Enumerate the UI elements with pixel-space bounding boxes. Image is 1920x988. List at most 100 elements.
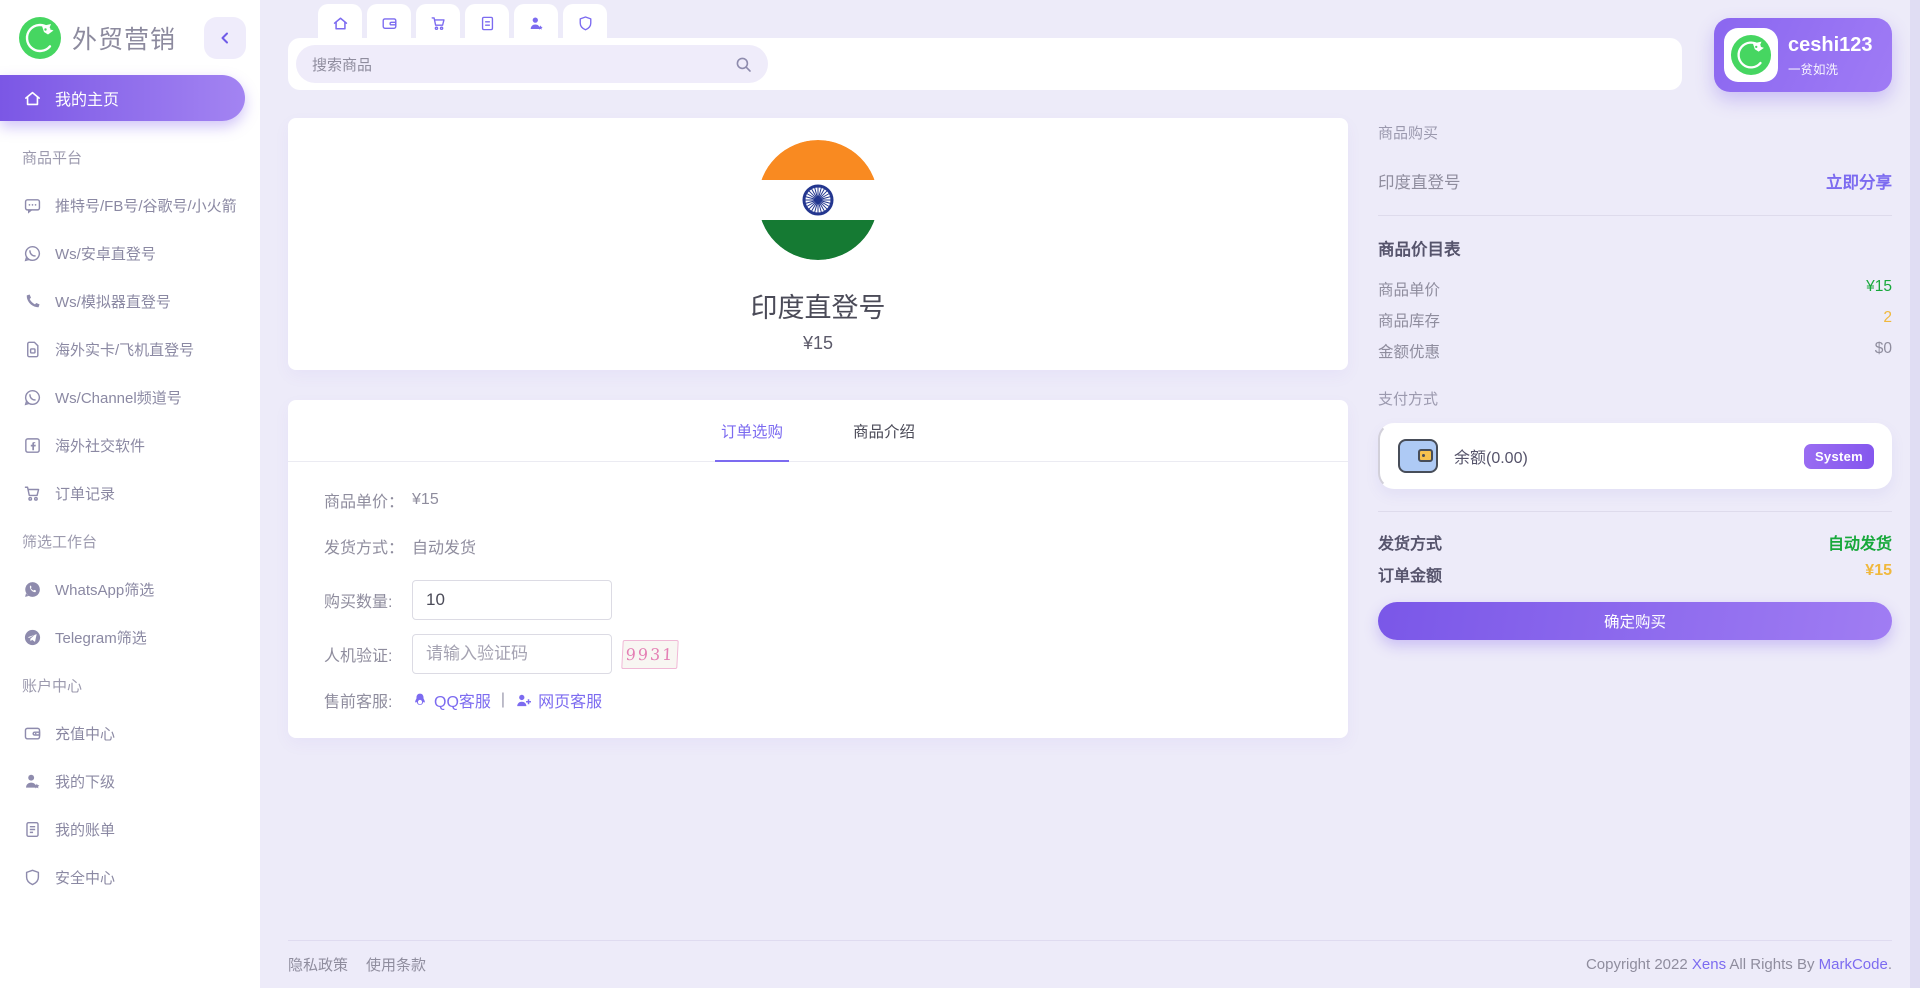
footer-links: 隐私政策 使用条款 — [288, 954, 426, 975]
shield-icon — [577, 15, 594, 32]
footer: 隐私政策 使用条款 Copyright 2022 Xens All Rights… — [288, 940, 1892, 988]
web-service-label: 网页客服 — [538, 688, 602, 712]
sidebar-collapse-button[interactable] — [204, 17, 246, 59]
sidebar-item-ws-channel[interactable]: Ws/Channel频道号 — [0, 373, 260, 421]
phone-icon — [22, 291, 42, 311]
product-price: ¥15 — [803, 333, 833, 354]
content-row: 印度直登号 ¥15 订单选购 商品介绍 商品单价： ¥15 发货方式： 自动发货 — [288, 92, 1892, 940]
wallet-icon — [22, 723, 42, 743]
payment-header: 支付方式 — [1378, 388, 1892, 409]
quantity-row: 购买数量: — [324, 580, 1312, 620]
bill-icon — [22, 819, 42, 839]
qq-service-label: QQ客服 — [434, 688, 491, 712]
whatsapp-icon — [22, 387, 42, 407]
summary-header: 商品购买 — [1378, 122, 1892, 143]
copyright-prefix: Copyright 2022 — [1586, 956, 1692, 973]
sidebar-item-twitter-fb-google[interactable]: 推特号/FB号/谷歌号/小火箭 — [0, 181, 260, 229]
sidebar-item-bills[interactable]: 我的账单 — [0, 805, 260, 853]
tab-security[interactable] — [563, 4, 607, 42]
price-row-stock: 商品库存 2 — [1378, 309, 1892, 331]
tab-product-intro[interactable]: 商品介绍 — [847, 420, 921, 461]
row-label: 商品库存 — [1378, 309, 1440, 331]
search-input[interactable]: 搜索商品 — [296, 45, 768, 83]
qq-penguin-icon — [412, 692, 428, 708]
summary-delivery-value: 自动发货 — [1828, 530, 1892, 554]
sidebar-section-filter: 筛选工作台 — [0, 517, 260, 565]
payment-method-name: 余额(0.00) — [1454, 444, 1528, 468]
search-placeholder: 搜索商品 — [312, 54, 372, 75]
price-table: 商品单价 ¥15 商品库存 2 金额优惠 $0 — [1378, 278, 1892, 362]
person-plus-icon — [515, 692, 532, 709]
tab-home[interactable] — [318, 4, 362, 42]
row-label: 金额优惠 — [1378, 340, 1440, 362]
summary-total-value: ¥15 — [1865, 562, 1892, 586]
sidebar-item-telegram-filter[interactable]: Telegram筛选 — [0, 613, 260, 661]
unit-price-value: ¥15 — [412, 491, 439, 509]
unit-price-label: 商品单价： — [324, 488, 404, 512]
price-row-discount: 金额优惠 $0 — [1378, 340, 1892, 362]
sidebar-item-order-history[interactable]: 订单记录 — [0, 469, 260, 517]
summary-delivery-row: 发货方式 自动发货 — [1378, 530, 1892, 554]
left-column: 印度直登号 ¥15 订单选购 商品介绍 商品单价： ¥15 发货方式： 自动发货 — [288, 92, 1348, 738]
sidebar-item-ws-android[interactable]: Ws/安卓直登号 — [0, 229, 260, 277]
confirm-purchase-button[interactable]: 确定购买 — [1378, 602, 1892, 640]
home-icon — [332, 15, 349, 32]
web-service-link[interactable]: 网页客服 — [515, 688, 602, 712]
tab-recharge[interactable] — [367, 4, 411, 42]
service-separator: | — [501, 691, 505, 709]
delivery-label: 发货方式： — [324, 534, 404, 558]
summary-product-row: 印度直登号 立即分享 — [1378, 169, 1892, 193]
payment-method-balance[interactable]: 余额(0.00) System — [1378, 423, 1892, 489]
sidebar-item-ws-emulator[interactable]: Ws/模拟器直登号 — [0, 277, 260, 325]
scrollbar-track[interactable] — [1910, 0, 1920, 988]
service-row: 售前客服: QQ客服 | 网页客服 — [324, 688, 1312, 712]
main-area: 搜索商品 ceshi123 一贫如洗 — [260, 0, 1920, 988]
whatsapp-icon — [22, 243, 42, 263]
tab-bills[interactable] — [465, 4, 509, 42]
summary-delivery-label: 发货方式 — [1378, 530, 1442, 554]
summary-total-label: 订单金额 — [1378, 562, 1442, 586]
app-title: 外贸营销 — [72, 20, 204, 56]
captcha-input[interactable] — [412, 634, 612, 674]
qq-service-link[interactable]: QQ客服 — [412, 688, 491, 712]
brand-xens-link[interactable]: Xens — [1692, 956, 1726, 973]
privacy-policy-link[interactable]: 隐私政策 — [288, 954, 348, 975]
purchase-summary-panel: 商品购买 印度直登号 立即分享 商品价目表 商品单价 ¥15 商品库存 2 金额… — [1378, 122, 1892, 640]
user-card[interactable]: ceshi123 一贫如洗 — [1714, 18, 1892, 92]
sidebar-item-home[interactable]: 我的主页 — [0, 75, 245, 121]
top-tabs — [318, 4, 607, 42]
terms-link[interactable]: 使用条款 — [366, 954, 426, 975]
captcha-row: 人机验证: 9931 — [324, 634, 1312, 674]
quantity-input[interactable] — [412, 580, 612, 620]
payment-method-badge: System — [1804, 444, 1874, 469]
order-tabs: 订单选购 商品介绍 — [288, 400, 1348, 462]
team-star-icon — [22, 771, 42, 791]
copyright: Copyright 2022 Xens All Rights By MarkCo… — [1586, 956, 1892, 973]
order-card: 订单选购 商品介绍 商品单价： ¥15 发货方式： 自动发货 购买数量: — [288, 400, 1348, 738]
sidebar-item-overseas-social[interactable]: 海外社交软件 — [0, 421, 260, 469]
brand-markcode-link[interactable]: MarkCode — [1819, 956, 1888, 973]
copyright-mid: All Rights By — [1726, 956, 1819, 973]
sidebar-item-recharge[interactable]: 充值中心 — [0, 709, 260, 757]
cart-icon — [22, 483, 42, 503]
captcha-label: 人机验证: — [324, 642, 404, 666]
chevron-left-icon — [218, 31, 232, 45]
tab-orders[interactable] — [416, 4, 460, 42]
logo-row: 外贸营销 — [0, 0, 260, 75]
team-star-icon — [528, 15, 545, 32]
captcha-image[interactable]: 9931 — [621, 640, 679, 669]
tab-order-select[interactable]: 订单选购 — [715, 420, 789, 462]
delivery-row: 发货方式： 自动发货 — [324, 534, 1312, 558]
sidebar-item-whatsapp-filter[interactable]: WhatsApp筛选 — [0, 565, 260, 613]
row-value: $0 — [1875, 340, 1892, 362]
sidebar-item-subordinates[interactable]: 我的下级 — [0, 757, 260, 805]
sidebar-item-overseas-sim[interactable]: 海外实卡/飞机直登号 — [0, 325, 260, 373]
divider — [1378, 215, 1892, 216]
price-row-unit: 商品单价 ¥15 — [1378, 278, 1892, 300]
tab-team[interactable] — [514, 4, 558, 42]
user-subtitle: 一贫如洗 — [1788, 59, 1873, 78]
share-link[interactable]: 立即分享 — [1826, 169, 1892, 193]
search-icon[interactable] — [735, 56, 752, 73]
sidebar-item-security[interactable]: 安全中心 — [0, 853, 260, 901]
unit-price-row: 商品单价： ¥15 — [324, 488, 1312, 512]
